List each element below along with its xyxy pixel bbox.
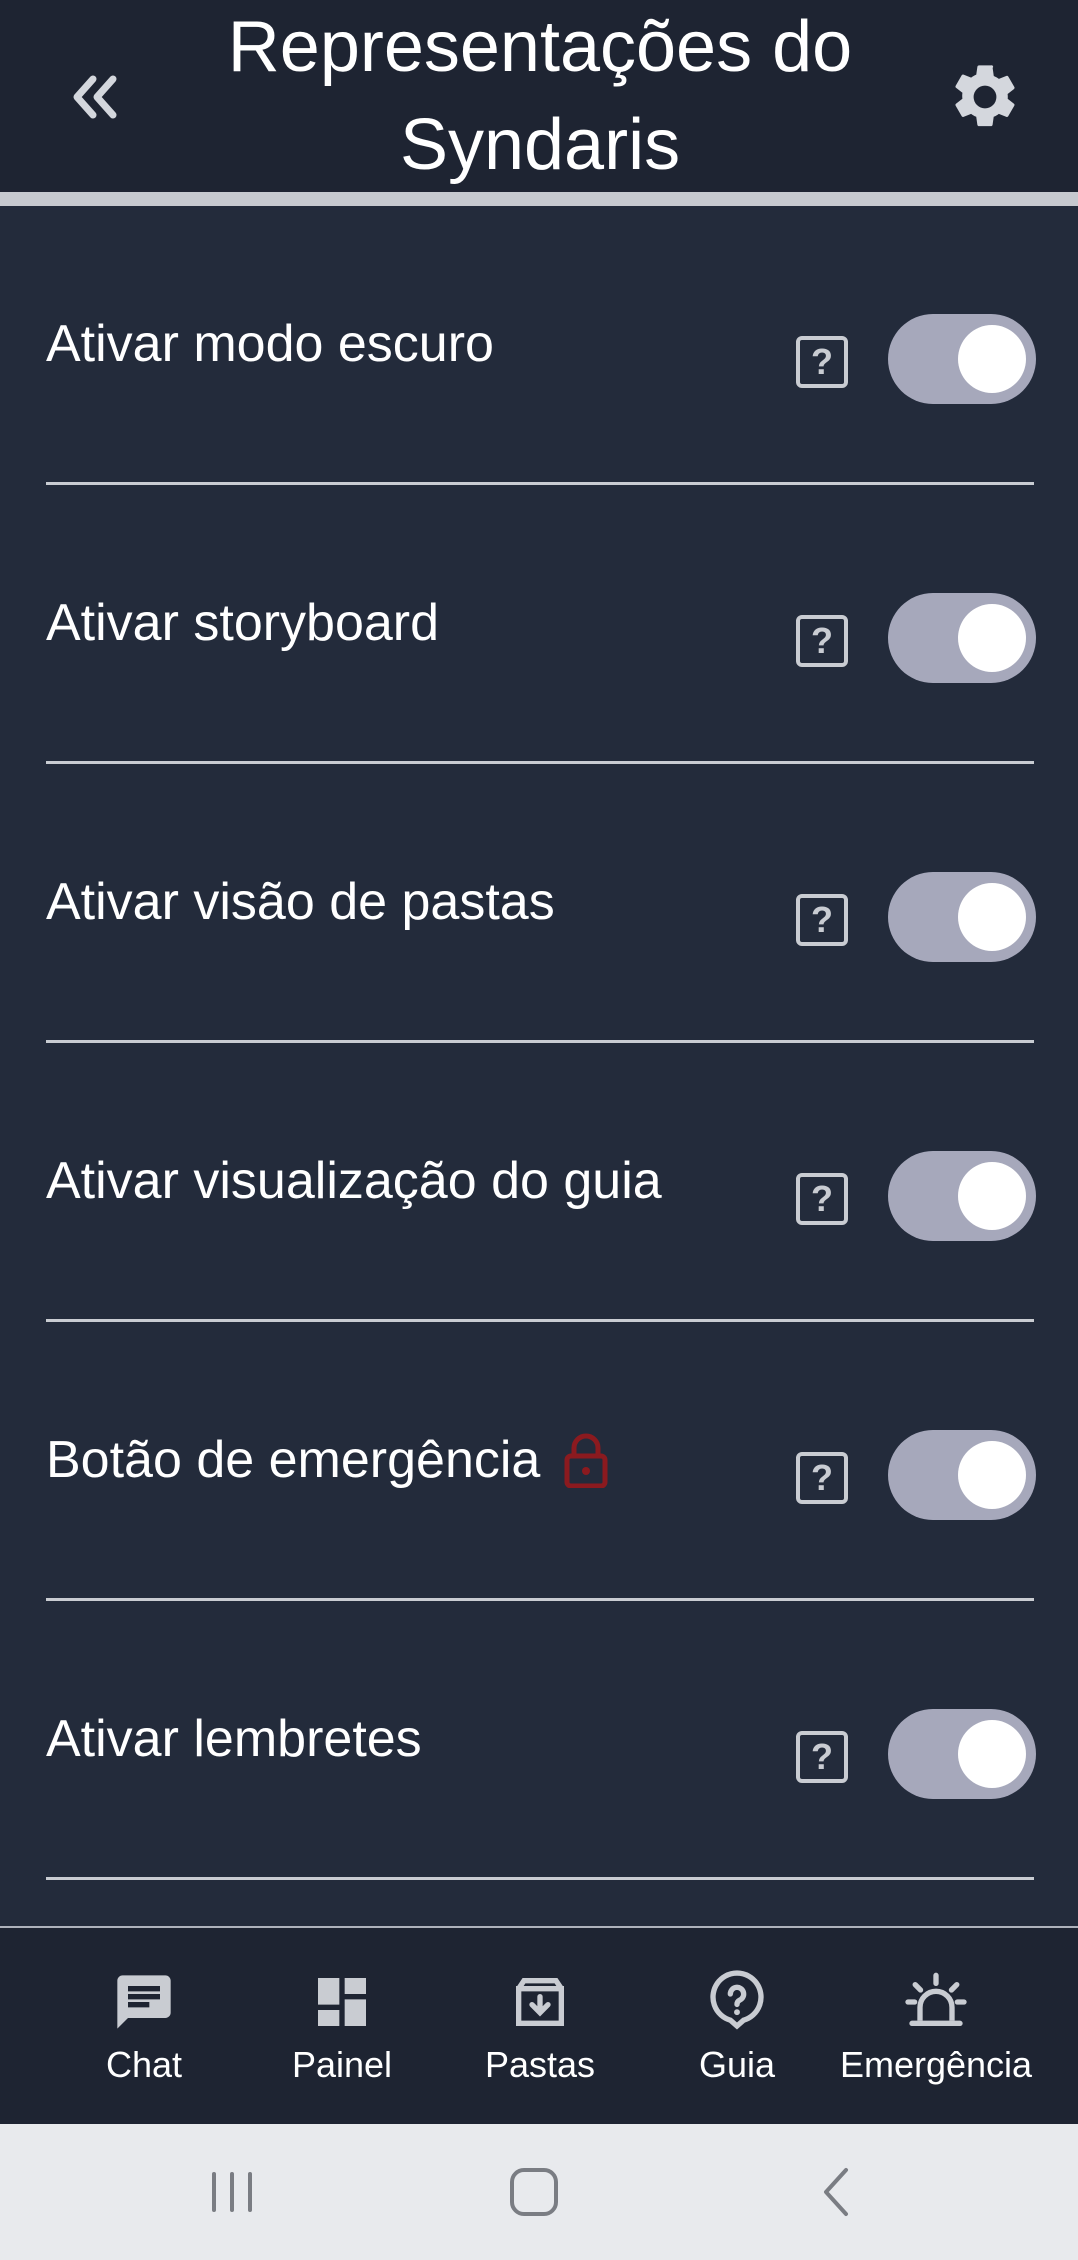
- help-icon[interactable]: ?: [794, 613, 850, 669]
- nav-label: Emergência: [839, 2044, 1033, 2085]
- svg-text:?: ?: [811, 1736, 833, 1777]
- bottom-nav: Chat Painel Pastas Guia Emergência: [0, 1926, 1078, 2124]
- nav-label: Painel: [291, 2044, 393, 2085]
- settings-button[interactable]: [940, 52, 1030, 142]
- guide-view-toggle[interactable]: [888, 1151, 1036, 1241]
- help-icon[interactable]: ?: [794, 334, 850, 390]
- setting-label: Botão de emergência: [46, 1431, 541, 1489]
- toggle-knob: [958, 1162, 1026, 1230]
- toggle-knob: [958, 604, 1026, 672]
- double-chevron-left-icon: [73, 75, 117, 119]
- svg-text:?: ?: [811, 1457, 833, 1498]
- dark-mode-toggle[interactable]: [888, 314, 1036, 404]
- nav-item-painel[interactable]: Painel: [262, 1928, 422, 2124]
- system-nav-bar: [0, 2124, 1078, 2260]
- setting-row-folders-view: Ativar visão de pastas ?: [46, 764, 1036, 1043]
- svg-text:?: ?: [811, 899, 833, 940]
- folders-view-toggle[interactable]: [888, 872, 1036, 962]
- dashboard-icon: [318, 1978, 366, 2026]
- toggle-knob: [958, 325, 1026, 393]
- page-title: Representações do Syndaris: [227, 7, 853, 185]
- back-button[interactable]: [55, 52, 135, 142]
- toggle-knob: [958, 1441, 1026, 1509]
- setting-label-with-lock: Botão de emergência: [46, 1322, 608, 1598]
- nav-label: Pastas: [484, 2044, 596, 2085]
- lock-icon: [564, 1433, 608, 1488]
- alarm-light-icon: [905, 1972, 967, 2026]
- chat-icon: [117, 1975, 171, 2029]
- help-circle-icon: [710, 1970, 764, 2030]
- nav-item-emergencia[interactable]: Emergência: [836, 1928, 1036, 2124]
- nav-item-chat[interactable]: Chat: [64, 1928, 224, 2124]
- nav-label: Chat: [105, 2044, 183, 2085]
- gear-icon: [955, 65, 1015, 127]
- setting-row-guide-view: Ativar visualização do guia ?: [46, 1043, 1036, 1322]
- setting-label: Ativar modo escuro: [46, 315, 494, 373]
- setting-label: Ativar lembretes: [46, 1710, 422, 1768]
- help-icon[interactable]: ?: [794, 1450, 850, 1506]
- back-nav-icon[interactable]: [808, 2162, 868, 2222]
- emergency-button-toggle[interactable]: [888, 1430, 1036, 1520]
- archive-download-icon: [516, 1978, 564, 2026]
- setting-label: Ativar storyboard: [46, 594, 440, 652]
- setting-row-emergency-button: Botão de emergência ?: [46, 1322, 1036, 1601]
- help-icon[interactable]: ?: [794, 892, 850, 948]
- recent-apps-icon[interactable]: [202, 2162, 262, 2222]
- help-icon[interactable]: ?: [794, 1729, 850, 1785]
- setting-row-storyboard: Ativar storyboard ?: [46, 485, 1036, 764]
- header-divider: [0, 192, 1078, 206]
- app-header: Representações do Syndaris: [0, 0, 1078, 192]
- help-icon[interactable]: ?: [794, 1171, 850, 1227]
- home-icon[interactable]: [504, 2162, 564, 2222]
- storyboard-toggle[interactable]: [888, 593, 1036, 683]
- setting-row-reminders: Ativar lembretes ?: [46, 1601, 1036, 1880]
- nav-label: Guia: [698, 2044, 776, 2085]
- svg-text:?: ?: [811, 620, 833, 661]
- reminders-toggle[interactable]: [888, 1709, 1036, 1799]
- svg-text:?: ?: [811, 1178, 833, 1219]
- toggle-knob: [958, 1720, 1026, 1788]
- setting-label: Ativar visualização do guia: [46, 1152, 662, 1210]
- setting-label: Ativar visão de pastas: [46, 873, 555, 931]
- toggle-knob: [958, 883, 1026, 951]
- nav-item-pastas[interactable]: Pastas: [460, 1928, 620, 2124]
- svg-text:?: ?: [811, 341, 833, 382]
- nav-item-guia[interactable]: Guia: [657, 1928, 817, 2124]
- setting-row-dark-mode: Ativar modo escuro ?: [46, 206, 1036, 485]
